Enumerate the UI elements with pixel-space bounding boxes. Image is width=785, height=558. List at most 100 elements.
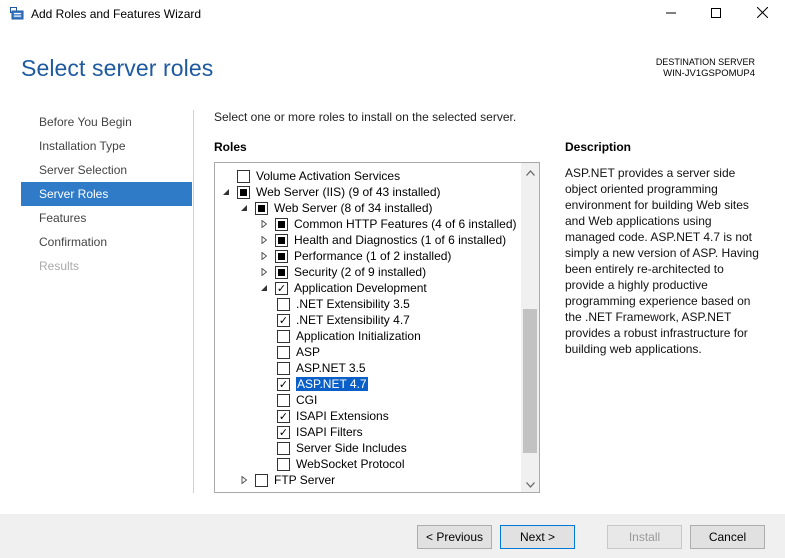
role-tree-row[interactable]: Web Server (IIS) (9 of 43 installed)	[221, 184, 441, 200]
role-checkbox[interactable]	[237, 169, 250, 183]
role-tree-row[interactable]: ISAPI Extensions	[277, 408, 389, 424]
destination-server-label: DESTINATION SERVER	[655, 57, 755, 67]
minimize-icon	[666, 7, 676, 21]
role-tree-row[interactable]: ASP.NET 3.5	[277, 360, 366, 376]
role-label[interactable]: Common HTTP Features (4 of 6 installed)	[294, 217, 517, 231]
role-checkbox[interactable]	[277, 361, 290, 375]
scroll-down-button[interactable]	[521, 475, 539, 492]
role-label[interactable]: Volume Activation Services	[256, 169, 400, 183]
role-label[interactable]: Web Server (8 of 34 installed)	[274, 201, 433, 215]
role-checkbox[interactable]	[275, 265, 288, 279]
nav-item-server-selection[interactable]: Server Selection	[21, 158, 192, 182]
collapsed-arrow-icon[interactable]	[259, 267, 269, 277]
role-checkbox[interactable]	[277, 377, 290, 391]
role-checkbox[interactable]	[277, 441, 290, 455]
instruction-text: Select one or more roles to install on t…	[214, 110, 517, 124]
role-tree-row[interactable]: Health and Diagnostics (1 of 6 installed…	[259, 232, 506, 248]
role-label[interactable]: .NET Extensibility 4.7	[296, 313, 410, 327]
role-checkbox[interactable]	[255, 201, 268, 215]
role-label[interactable]: ASP.NET 3.5	[296, 361, 366, 375]
role-tree-row[interactable]: .NET Extensibility 4.7	[277, 312, 410, 328]
role-checkbox[interactable]	[255, 473, 268, 487]
role-tree-row[interactable]: Server Side Includes	[277, 440, 407, 456]
window-title: Add Roles and Features Wizard	[31, 7, 202, 21]
expanded-arrow-icon[interactable]	[259, 283, 269, 293]
role-label[interactable]: CGI	[296, 393, 317, 407]
collapsed-arrow-icon[interactable]	[259, 219, 269, 229]
collapsed-arrow-icon[interactable]	[239, 475, 249, 485]
minimize-button[interactable]	[648, 0, 694, 28]
role-checkbox[interactable]	[275, 217, 288, 231]
server-manager-icon	[10, 7, 24, 20]
role-tree-row[interactable]: .NET Extensibility 3.5	[277, 296, 410, 312]
role-label[interactable]: ASP.NET 4.7	[296, 377, 368, 391]
description-heading: Description	[565, 140, 632, 154]
roles-scrollbar[interactable]	[521, 163, 539, 492]
role-label[interactable]: ISAPI Filters	[296, 425, 363, 439]
role-tree-row[interactable]: WebSocket Protocol	[277, 456, 405, 472]
role-label[interactable]: Performance (1 of 2 installed)	[294, 249, 451, 263]
role-tree-row[interactable]: Performance (1 of 2 installed)	[259, 248, 451, 264]
role-label[interactable]: Application Development	[294, 281, 427, 295]
role-checkbox[interactable]	[277, 297, 290, 311]
role-checkbox[interactable]	[277, 409, 290, 423]
previous-button[interactable]: < Previous	[417, 525, 492, 549]
maximize-button[interactable]	[693, 0, 739, 28]
role-checkbox[interactable]	[277, 329, 290, 343]
role-checkbox[interactable]	[277, 313, 290, 327]
nav-item-confirmation[interactable]: Confirmation	[21, 230, 192, 254]
role-tree-row[interactable]: Common HTTP Features (4 of 6 installed)	[259, 216, 517, 232]
role-label[interactable]: .NET Extensibility 3.5	[296, 297, 410, 311]
expanded-arrow-icon[interactable]	[239, 203, 249, 213]
role-checkbox[interactable]	[277, 425, 290, 439]
chevron-down-icon	[525, 477, 535, 491]
chevron-up-icon	[525, 165, 535, 179]
nav-item-server-roles[interactable]: Server Roles	[21, 182, 192, 206]
role-tree-row[interactable]: Application Initialization	[277, 328, 421, 344]
nav-divider	[193, 110, 194, 493]
role-label[interactable]: Health and Diagnostics (1 of 6 installed…	[294, 233, 506, 247]
role-checkbox[interactable]	[275, 249, 288, 263]
role-checkbox[interactable]	[277, 345, 290, 359]
scroll-thumb[interactable]	[523, 309, 537, 453]
next-button[interactable]: Next >	[500, 525, 575, 549]
expanded-arrow-icon[interactable]	[221, 187, 231, 197]
collapsed-arrow-icon[interactable]	[259, 235, 269, 245]
role-label[interactable]: FTP Server	[274, 473, 335, 487]
nav-item-results: Results	[39, 259, 80, 273]
nav-item-features[interactable]: Features	[21, 206, 192, 230]
role-checkbox[interactable]	[277, 457, 290, 471]
role-label[interactable]: Application Initialization	[296, 329, 421, 343]
roles-tree[interactable]: Volume Activation Services Web Server (II…	[214, 162, 540, 493]
scroll-up-button[interactable]	[521, 163, 539, 180]
role-label[interactable]: ISAPI Extensions	[296, 409, 389, 423]
role-tree-row[interactable]: Security (2 of 9 installed)	[259, 264, 426, 280]
role-tree-row[interactable]: CGI	[277, 392, 317, 408]
role-label[interactable]: ASP	[296, 345, 320, 359]
cancel-button[interactable]: Cancel	[690, 525, 765, 549]
roles-heading: Roles	[214, 140, 247, 154]
role-tree-row[interactable]: Volume Activation Services	[221, 168, 400, 184]
maximize-icon	[711, 7, 721, 21]
role-tree-row[interactable]: Web Server (8 of 34 installed)	[239, 200, 433, 216]
role-tree-row[interactable]: ISAPI Filters	[277, 424, 363, 440]
role-tree-row[interactable]: ASP.NET 4.7	[277, 376, 368, 392]
nav-item-installation-type[interactable]: Installation Type	[21, 134, 192, 158]
nav-item-before-you-begin[interactable]: Before You Begin	[21, 110, 192, 134]
close-button[interactable]	[739, 0, 785, 28]
close-icon	[756, 6, 768, 21]
role-tree-row[interactable]: Application Development	[259, 280, 427, 296]
role-tree-row[interactable]: FTP Server	[239, 472, 335, 488]
role-label[interactable]: Security (2 of 9 installed)	[294, 265, 426, 279]
role-label[interactable]: WebSocket Protocol	[296, 457, 405, 471]
role-tree-row[interactable]: ASP	[277, 344, 320, 360]
role-checkbox[interactable]	[277, 393, 290, 407]
role-checkbox[interactable]	[275, 233, 288, 247]
role-checkbox[interactable]	[275, 281, 288, 295]
role-checkbox[interactable]	[237, 185, 250, 199]
page-title: Select server roles	[21, 55, 214, 81]
role-label[interactable]: Server Side Includes	[296, 441, 407, 455]
collapsed-arrow-icon[interactable]	[259, 251, 269, 261]
role-label[interactable]: Web Server (IIS) (9 of 43 installed)	[256, 185, 441, 199]
